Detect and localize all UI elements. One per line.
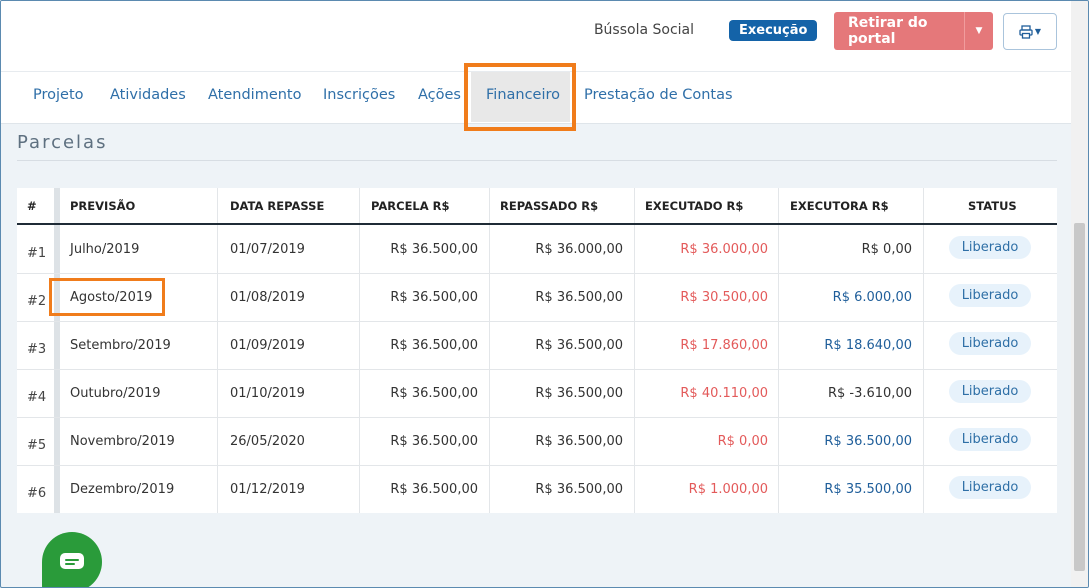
chat-icon xyxy=(60,553,84,569)
row-executora: R$ 18.640,00 xyxy=(824,338,912,353)
row-executado: R$ 1.000,00 xyxy=(688,482,768,497)
app-window: Bússola Social Execução Retirar do porta… xyxy=(0,0,1089,588)
parcelas-table: # PREVISÃO DATA REPASSE PARCELA R$ REPAS… xyxy=(17,188,1057,513)
row-executado: R$ 30.500,00 xyxy=(680,290,768,305)
row-repassado: R$ 36.500,00 xyxy=(535,386,623,401)
row-executora: R$ 6.000,00 xyxy=(832,290,912,305)
header-data-repasse[interactable]: DATA REPASSE xyxy=(230,199,324,213)
row-executora: R$ 0,00 xyxy=(861,242,912,257)
scrollbar-thumb[interactable] xyxy=(1074,223,1085,571)
row-divider xyxy=(17,417,1057,418)
highlight-box-agosto xyxy=(49,278,165,316)
retirar-portal-button[interactable]: Retirar do portal ▼ xyxy=(834,12,993,50)
row-parcela: R$ 36.500,00 xyxy=(390,338,478,353)
row-number: #3 xyxy=(27,342,47,357)
tab-atendimento[interactable]: Atendimento xyxy=(208,87,302,103)
row-repassado: R$ 36.500,00 xyxy=(535,434,623,449)
row-divider xyxy=(17,465,1057,466)
highlight-box-financeiro xyxy=(464,63,576,131)
status-badge: Liberado xyxy=(949,476,1031,499)
row-previsao: Dezembro/2019 xyxy=(70,482,175,497)
row-number: #4 xyxy=(27,390,47,405)
row-executado: R$ 17.860,00 xyxy=(680,338,768,353)
chat-button[interactable] xyxy=(42,532,102,587)
caret-down-icon[interactable]: ▼ xyxy=(965,26,993,36)
status-badge: Liberado xyxy=(949,428,1031,451)
row-data-repasse: 01/12/2019 xyxy=(230,482,305,497)
status-badge: Execução xyxy=(729,20,818,41)
row-parcela: R$ 36.500,00 xyxy=(390,242,478,257)
header-executora[interactable]: EXECUTORA R$ xyxy=(790,199,889,213)
printer-icon xyxy=(1019,24,1033,39)
header-executado[interactable]: EXECUTADO R$ xyxy=(645,199,743,213)
vertical-scrollbar[interactable] xyxy=(1071,1,1088,587)
row-data-repasse: 26/05/2020 xyxy=(230,434,305,449)
row-data-repasse: 01/10/2019 xyxy=(230,386,305,401)
row-executado: R$ 40.110,00 xyxy=(680,386,768,401)
row-number: #6 xyxy=(27,486,47,501)
status-badge: Liberado xyxy=(949,236,1031,259)
caret-down-icon: ▼ xyxy=(1034,27,1042,36)
row-data-repasse: 01/07/2019 xyxy=(230,242,305,257)
header-underline xyxy=(17,223,1057,225)
row-data-repasse: 01/09/2019 xyxy=(230,338,305,353)
print-button[interactable]: ▼ xyxy=(1003,13,1057,50)
row-divider xyxy=(17,369,1057,370)
row-executora: R$ 35.500,00 xyxy=(824,482,912,497)
tab-atividades[interactable]: Atividades xyxy=(110,87,186,103)
row-parcela: R$ 36.500,00 xyxy=(390,386,478,401)
row-repassado: R$ 36.500,00 xyxy=(535,482,623,497)
status-badge: Liberado xyxy=(949,332,1031,355)
tab-projeto[interactable]: Projeto xyxy=(33,87,84,103)
top-bar: Bússola Social Execução Retirar do porta… xyxy=(1,1,1071,71)
row-parcela: R$ 36.500,00 xyxy=(390,482,478,497)
status-badge: Liberado xyxy=(949,284,1031,307)
section-title: Parcelas xyxy=(17,132,108,153)
retirar-portal-label[interactable]: Retirar do portal xyxy=(834,15,964,47)
row-data-repasse: 01/08/2019 xyxy=(230,290,305,305)
row-divider xyxy=(17,273,1057,274)
header-status[interactable]: STATUS xyxy=(968,199,1017,213)
row-repassado: R$ 36.000,00 xyxy=(535,242,623,257)
header-parcela[interactable]: PARCELA R$ xyxy=(371,199,450,213)
status-badge: Liberado xyxy=(949,380,1031,403)
tab-inscricoes[interactable]: Inscrições xyxy=(323,87,395,103)
row-divider xyxy=(17,321,1057,322)
row-repassado: R$ 36.500,00 xyxy=(535,338,623,353)
row-previsao: Setembro/2019 xyxy=(70,338,171,353)
header-repassado[interactable]: REPASSADO R$ xyxy=(500,199,598,213)
row-executado: R$ 36.000,00 xyxy=(680,242,768,257)
header-previsao[interactable]: PREVISÃO xyxy=(70,199,135,213)
row-number: #1 xyxy=(27,246,47,261)
row-repassado: R$ 36.500,00 xyxy=(535,290,623,305)
row-previsao: Julho/2019 xyxy=(70,242,140,257)
tab-acoes[interactable]: Ações xyxy=(418,87,461,103)
tab-prestacao-contas[interactable]: Prestação de Contas xyxy=(584,87,733,103)
row-executado: R$ 0,00 xyxy=(717,434,768,449)
row-number: #5 xyxy=(27,438,47,453)
row-executora: R$ -3.610,00 xyxy=(827,386,912,401)
row-parcela: R$ 36.500,00 xyxy=(390,434,478,449)
brand-name: Bússola Social xyxy=(593,22,694,38)
row-previsao: Outubro/2019 xyxy=(70,386,161,401)
row-previsao: Novembro/2019 xyxy=(70,434,175,449)
header-number: # xyxy=(27,199,37,213)
row-executora: R$ 36.500,00 xyxy=(824,434,912,449)
row-parcela: R$ 36.500,00 xyxy=(390,290,478,305)
row-number: #2 xyxy=(27,294,47,309)
section-divider xyxy=(17,160,1057,161)
